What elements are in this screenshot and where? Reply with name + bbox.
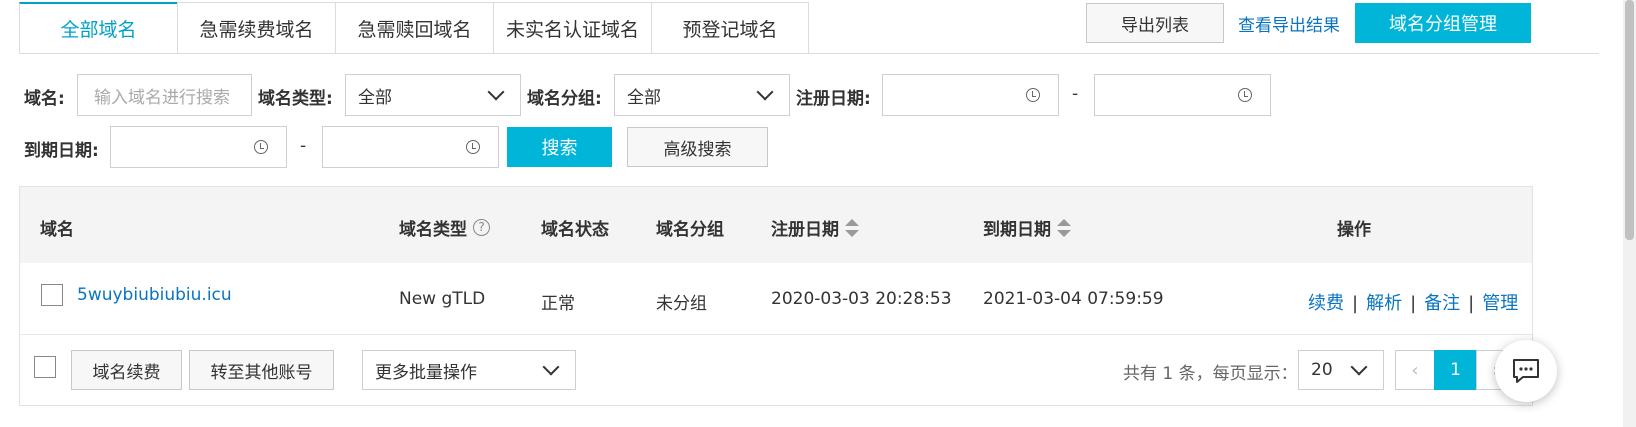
table-row: 5wuybiubiubiu.icu New gTLD 正常 未分组 2020-0… [20,263,1532,335]
pagination-total: 共有 1 条，每页显示： [1123,364,1298,384]
help-icon[interactable]: ? [473,219,490,236]
type-filter-label: 域名类型: [258,89,333,109]
domain-link[interactable]: 5wuybiubiubiu.icu [77,285,232,305]
chevron-down-icon [542,358,560,376]
table-header: 域名 域名类型? 域名状态 域名分组 注册日期 到期日期 操作 [20,187,1532,263]
page-size-select[interactable]: 20 [1298,350,1384,390]
view-export-link[interactable]: 查看导出结果 [1238,11,1340,36]
exp-date-range-separator: - [300,136,307,156]
type-select[interactable]: 全部 [345,74,521,116]
prev-page-button[interactable]: ‹ [1395,350,1435,390]
header-reg-date[interactable]: 注册日期 [771,215,859,240]
batch-actions-value: 更多批量操作 [375,362,477,383]
sort-icon[interactable] [845,218,859,237]
manage-link[interactable]: 管理 [1482,293,1518,314]
clock-icon [1238,88,1252,102]
renew-link[interactable]: 续费 [1308,293,1344,314]
sort-icon[interactable] [1057,218,1071,237]
action-separator: | [1352,293,1359,314]
exp-date-end-input[interactable] [322,126,499,168]
domain-type-cell: New gTLD [399,289,486,309]
header-group: 域名分组 [656,220,724,240]
header-actions: 操作 [1337,220,1371,240]
batch-renew-button[interactable]: 域名续费 [71,350,182,390]
page-1-button[interactable]: 1 [1434,350,1477,390]
header-exp-date[interactable]: 到期日期 [983,215,1071,240]
scrollbar-thumb[interactable] [1625,0,1634,240]
exp-date-label: 到期日期: [24,141,99,161]
reg-date-end-input[interactable] [1094,74,1271,116]
page-size-value: 20 [1311,360,1333,380]
tab-urgent-redeem[interactable]: 急需赎回域名 [335,2,493,54]
tab-preregister[interactable]: 预登记域名 [651,2,809,54]
clock-icon [466,140,480,154]
group-select-value: 全部 [627,87,661,108]
chevron-down-icon [487,83,505,101]
reg-date-start-input[interactable] [882,74,1059,116]
group-filter-label: 域名分组: [527,89,602,109]
reg-date-label: 注册日期: [796,89,871,109]
dns-link[interactable]: 解析 [1366,293,1402,314]
exp-date-start-input[interactable] [110,126,287,168]
header-domain: 域名 [40,220,74,240]
group-manage-button[interactable]: 域名分组管理 [1355,3,1531,43]
type-select-value: 全部 [358,87,392,108]
chevron-down-icon [1350,358,1368,376]
chat-bubble-icon [1513,359,1539,383]
export-list-button[interactable]: 导出列表 [1086,3,1224,43]
clock-icon [254,140,268,154]
page-scrollbar[interactable] [1623,0,1636,427]
row-checkbox[interactable] [41,284,63,306]
group-select[interactable]: 全部 [614,74,790,116]
row-actions: 续费 | 解析 | 备注 | 管理 [1308,289,1518,315]
reg-date-range-separator: - [1072,84,1079,104]
note-link[interactable]: 备注 [1424,293,1460,314]
domain-search-placeholder: 输入域名进行搜索 [94,87,230,108]
select-all-checkbox[interactable] [34,356,56,378]
domain-tabs: 全部域名 急需续费域名 急需赎回域名 未实名认证域名 预登记域名 [19,2,809,54]
chat-button[interactable] [1495,340,1557,402]
domain-group-cell: 未分组 [656,294,707,314]
domain-status-cell: 正常 [541,294,575,314]
chevron-down-icon [756,83,774,101]
search-button[interactable]: 搜索 [507,127,612,167]
clock-icon [1026,88,1040,102]
reg-date-cell: 2020-03-03 20:28:53 [771,289,952,309]
tab-divider [19,53,1599,54]
tab-unverified[interactable]: 未实名认证域名 [493,2,651,54]
action-separator: | [1410,293,1417,314]
tab-urgent-renew[interactable]: 急需续费域名 [177,2,335,54]
transfer-button[interactable]: 转至其他账号 [189,350,334,390]
tab-all-domains[interactable]: 全部域名 [19,2,177,54]
batch-actions-select[interactable]: 更多批量操作 [362,350,576,390]
domain-search-input[interactable]: 输入域名进行搜索 [77,74,252,116]
exp-date-cell: 2021-03-04 07:59:59 [983,289,1164,309]
header-status: 域名状态 [541,220,609,240]
domain-filter-label: 域名: [24,89,65,109]
action-separator: | [1468,293,1475,314]
advanced-search-button[interactable]: 高级搜索 [627,127,768,167]
header-type: 域名类型? [399,215,490,240]
